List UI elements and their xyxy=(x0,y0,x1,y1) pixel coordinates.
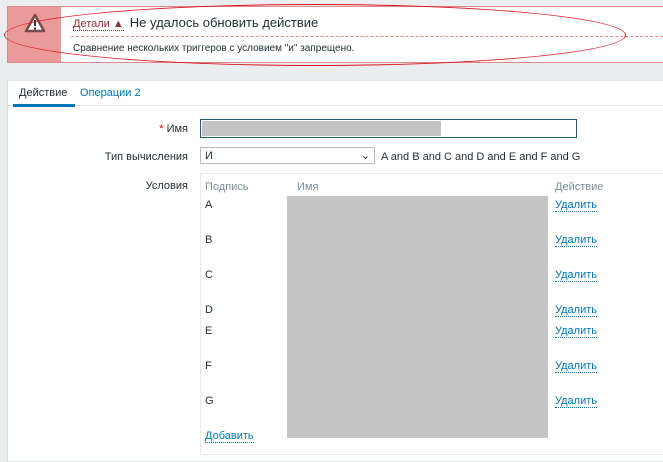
remove-link[interactable]: Удалить xyxy=(555,199,597,212)
redacted-names xyxy=(287,196,548,438)
condition-label: D xyxy=(205,304,213,316)
col-action: Действие xyxy=(555,181,604,193)
add-condition-link[interactable]: Добавить xyxy=(205,430,254,443)
remove-link[interactable]: Удалить xyxy=(555,234,597,247)
col-label: Подпись xyxy=(205,181,249,193)
remove-link[interactable]: Удалить xyxy=(555,360,597,373)
condition-label: F xyxy=(205,360,212,372)
action-form: Действие Операции 2 * Имя Тип вычисления… xyxy=(7,80,663,462)
condition-label: B xyxy=(205,234,213,246)
tab-action[interactable]: Действие xyxy=(12,87,76,107)
remove-link[interactable]: Удалить xyxy=(555,304,597,317)
calc-type-select[interactable]: И ⌄ xyxy=(200,147,375,164)
condition-label: G xyxy=(205,395,214,407)
conditions-table: Подпись Имя Действие A Удалить B Удалить C… xyxy=(200,173,663,455)
annotation-oval xyxy=(4,4,626,66)
remove-link[interactable]: Удалить xyxy=(555,269,597,282)
remove-link[interactable]: Удалить xyxy=(555,395,597,408)
condition-label: E xyxy=(205,325,213,337)
redacted-value xyxy=(202,121,441,136)
conditions-label: Условия xyxy=(145,180,188,192)
name-input[interactable] xyxy=(200,119,577,138)
tab-operations[interactable]: Операции 2 xyxy=(80,87,141,99)
expression-text: A and B and C and D and E and F and G xyxy=(381,151,581,163)
col-name: Имя xyxy=(297,181,319,193)
condition-label: C xyxy=(205,269,213,281)
calc-type-label: Тип вычисления xyxy=(104,151,188,163)
chevron-down-icon: ⌄ xyxy=(360,150,370,162)
name-label: * Имя xyxy=(159,123,188,135)
condition-label: A xyxy=(205,199,213,211)
remove-link[interactable]: Удалить xyxy=(555,325,597,338)
